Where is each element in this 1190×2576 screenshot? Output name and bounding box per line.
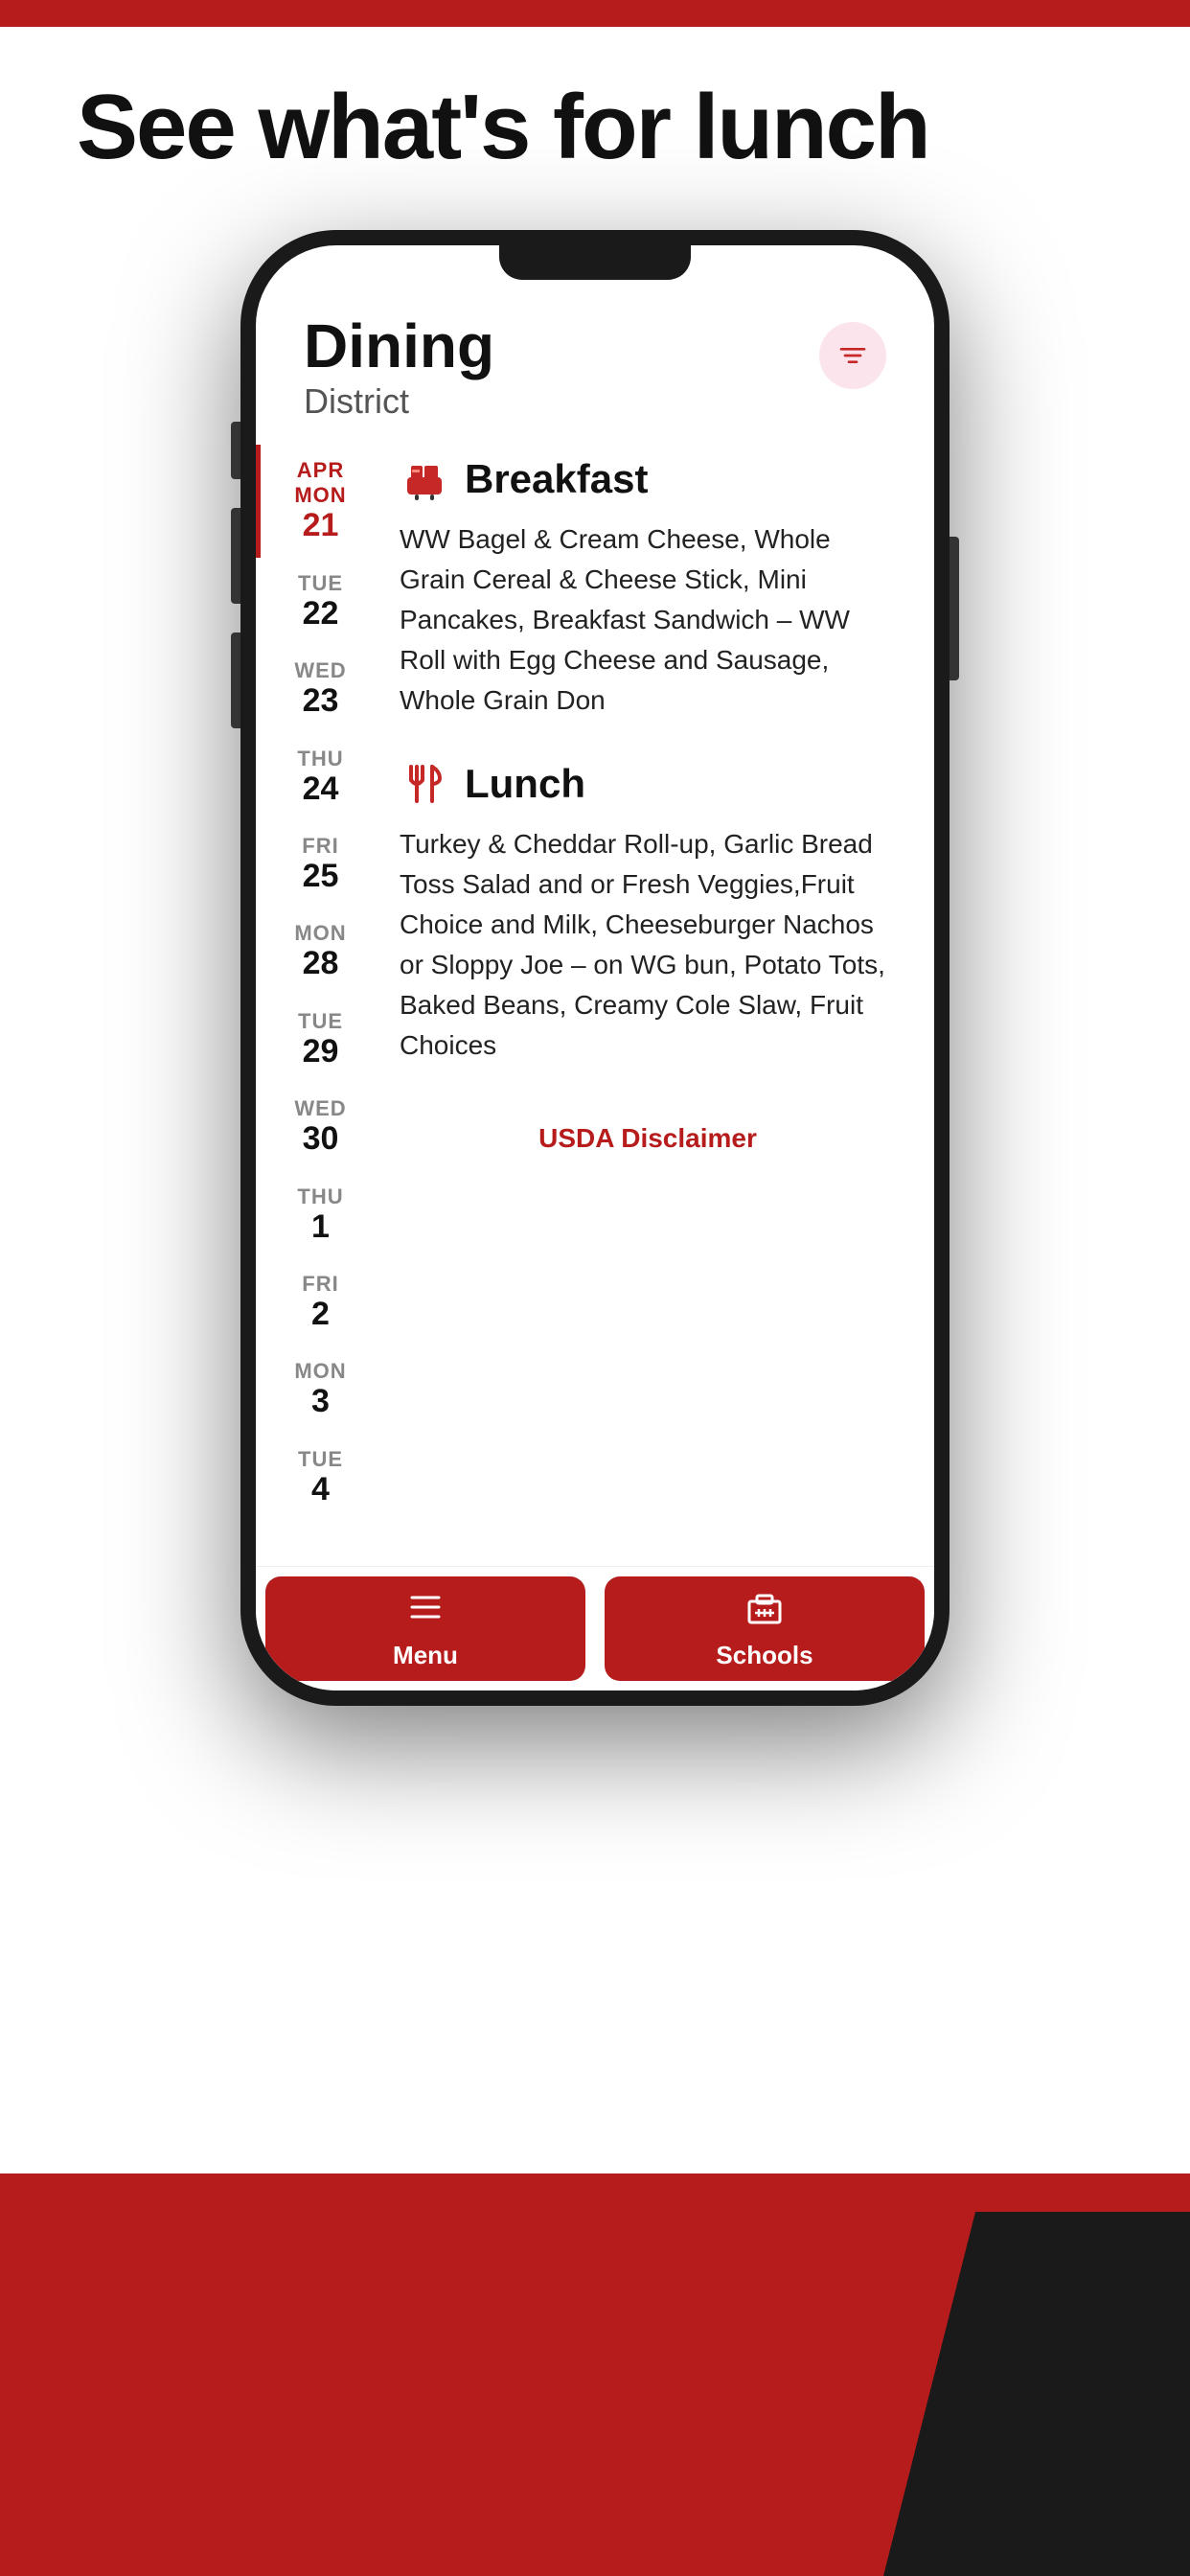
bottom-nav: Menu Schools — [256, 1566, 934, 1690]
cal-dow: FRI — [302, 834, 338, 859]
nav-btn-label-menu: Menu — [393, 1641, 458, 1670]
cal-date: 22 — [303, 596, 339, 632]
calendar-day-3[interactable]: MON3 — [256, 1346, 380, 1433]
nav-btn-menu[interactable]: Menu — [265, 1576, 585, 1681]
calendar-day-29[interactable]: TUE29 — [256, 996, 380, 1083]
phone-mockup: Dining District AprMON21TUE22WED23THU24F… — [240, 230, 950, 1706]
content-area: AprMON21TUE22WED23THU24FRI25MON28TUE29WE… — [256, 445, 934, 1554]
cal-dow: WED — [294, 658, 346, 683]
filter-icon — [837, 340, 868, 371]
calendar-day-28[interactable]: MON28 — [256, 908, 380, 995]
cal-dow: TUE — [298, 571, 343, 596]
cal-dow: THU — [297, 1184, 343, 1209]
page-headline: See what's for lunch — [77, 77, 929, 178]
usda-disclaimer-link[interactable]: USDA Disclaimer — [400, 1104, 896, 1163]
schools-icon — [745, 1588, 784, 1635]
cal-dow: FRI — [302, 1272, 338, 1297]
calendar-day-23[interactable]: WED23 — [256, 645, 380, 732]
cal-date: 24 — [303, 771, 339, 807]
nav-btn-label-schools: Schools — [716, 1641, 812, 1670]
cal-date: 29 — [303, 1034, 339, 1070]
cal-date: 25 — [303, 859, 339, 894]
cal-dow: THU — [297, 747, 343, 771]
calendar-day-22[interactable]: TUE22 — [256, 558, 380, 645]
meal-section-breakfast: Breakfast WW Bagel & Cream Cheese, Whole … — [400, 454, 896, 721]
calendar-day-25[interactable]: FRI25 — [256, 820, 380, 908]
meal-name-breakfast: Breakfast — [465, 456, 648, 502]
cal-date: 23 — [303, 683, 339, 719]
meal-header-lunch: Lunch — [400, 759, 896, 809]
cal-dow: TUE — [298, 1447, 343, 1472]
calendar-day-1[interactable]: THU1 — [256, 1171, 380, 1258]
cal-dow: Apr — [297, 458, 344, 483]
filter-button[interactable] — [819, 322, 886, 389]
phone-button-vol-down — [231, 632, 240, 728]
calendar-day-21[interactable]: AprMON21 — [256, 445, 380, 557]
menu-icon — [406, 1588, 445, 1635]
phone-button-power — [950, 537, 959, 680]
meal-description-lunch: Turkey & Cheddar Roll-up, Garlic Bread T… — [400, 824, 896, 1066]
cal-dow: MON — [294, 921, 346, 946]
cal-date: 28 — [303, 946, 339, 981]
calendar-day-24[interactable]: THU24 — [256, 733, 380, 820]
calendar-day-30[interactable]: WED30 — [256, 1083, 380, 1170]
calendar-day-4[interactable]: TUE4 — [256, 1434, 380, 1521]
cal-dow: TUE — [298, 1009, 343, 1034]
phone-notch — [499, 245, 691, 280]
app-subtitle: District — [304, 381, 494, 422]
app-title: Dining — [304, 312, 494, 380]
cal-date: 1 — [311, 1209, 330, 1245]
cal-date: 4 — [311, 1472, 330, 1507]
phone-screen: Dining District AprMON21TUE22WED23THU24F… — [256, 245, 934, 1690]
status-bar — [0, 0, 1190, 27]
phone-button-mute — [231, 422, 240, 479]
nav-btn-schools[interactable]: Schools — [605, 1576, 925, 1681]
cal-date: 21 — [303, 508, 339, 543]
meal-header-breakfast: Breakfast — [400, 454, 896, 504]
calendar-day-2[interactable]: FRI2 — [256, 1258, 380, 1346]
cal-date: 3 — [311, 1384, 330, 1419]
cal-date: 2 — [311, 1297, 330, 1332]
phone-button-vol-up — [231, 508, 240, 604]
breakfast-icon — [400, 454, 449, 504]
meal-content: Breakfast WW Bagel & Cream Cheese, Whole … — [380, 445, 934, 1554]
meal-name-lunch: Lunch — [465, 761, 585, 807]
lunch-icon — [400, 759, 449, 809]
meal-description-breakfast: WW Bagel & Cream Cheese, Whole Grain Cer… — [400, 519, 896, 721]
cal-dow: WED — [294, 1096, 346, 1121]
meal-section-lunch: Lunch Turkey & Cheddar Roll-up, Garlic Br… — [400, 759, 896, 1066]
calendar-sidebar: AprMON21TUE22WED23THU24FRI25MON28TUE29WE… — [256, 445, 380, 1554]
cal-date: 30 — [303, 1121, 339, 1157]
cal-dow: MON — [294, 1359, 346, 1384]
app-title-block: Dining District — [304, 312, 494, 422]
